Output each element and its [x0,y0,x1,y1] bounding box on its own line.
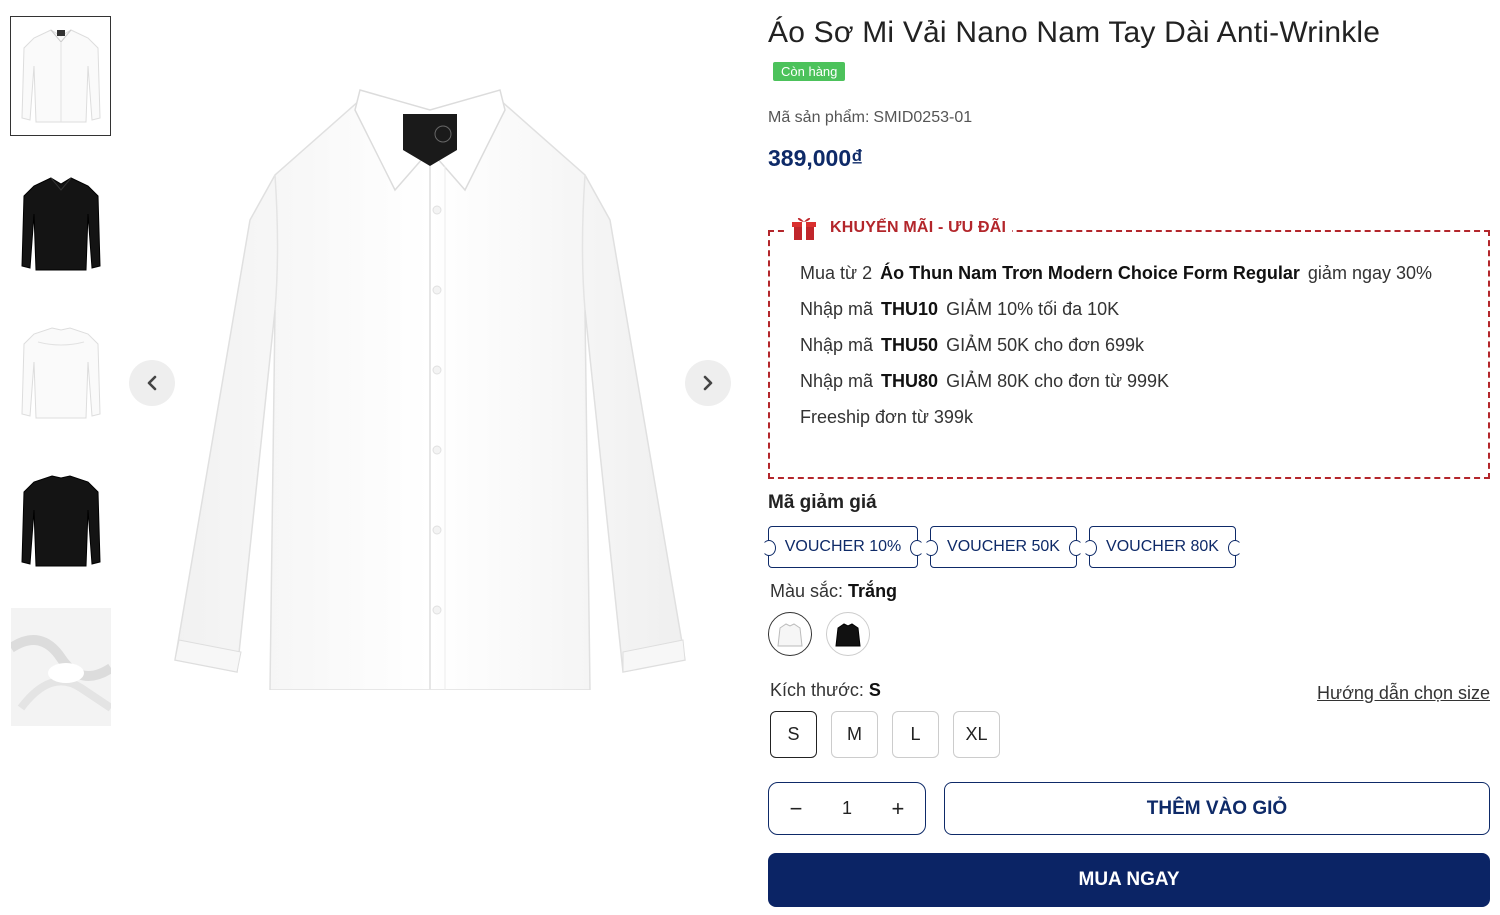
shirt-image [20,29,101,123]
promo-item: Mua từ 2 Áo Thun Nam Trơn Modern Choice F… [800,260,1460,286]
promo-text: Nhập mã [800,371,874,391]
voucher-10-percent[interactable]: VOUCHER 10% [762,526,924,568]
quantity-decrease-button[interactable]: − [785,796,807,822]
chevron-left-icon [147,375,157,391]
voucher-50k[interactable]: VOUCHER 50K [924,526,1083,568]
size-option-l[interactable]: L [892,711,939,758]
promo-item: Nhập mã THU50 GIẢM 50K cho đơn 699k [800,332,1460,358]
color-label-text: Màu sắc: [770,581,844,601]
add-to-cart-button[interactable]: THÊM VÀO GIỎ [944,782,1490,835]
fabric-image [10,608,111,726]
promo-header: KHUYẾN MÃI - ƯU ĐÃI [784,212,1013,244]
black-shirt-icon [835,623,861,647]
voucher-heading: Mã giảm giá [768,492,877,513]
color-label: Màu sắc: Trắng [770,581,897,602]
promo-text: GIẢM 10% tối đa 10K [946,299,1120,319]
product-price: 389,000₫ [768,145,863,171]
promo-text: giảm ngay 30% [1307,263,1432,283]
quantity-stepper: − 1 + [768,782,926,835]
gift-icon [792,217,816,240]
shirt-image [20,327,101,419]
promo-item: Nhập mã THU10 GIẢM 10% tối đa 10K [800,296,1460,322]
color-swatch-black[interactable] [826,612,870,656]
promo-text: Mua từ 2 [800,263,873,283]
size-label: Kích thước: S [770,680,881,701]
size-selected-value: S [868,680,881,700]
promo-product: Áo Thun Nam Trơn Modern Choice Form Regu… [880,263,1300,283]
stock-status-badge: Còn hàng [773,62,846,81]
size-option-s[interactable]: S [770,711,817,758]
sku-label: Mã sản phẩm: [768,109,870,126]
promo-text: Freeship đơn từ 399k [800,407,973,427]
voucher-list: VOUCHER 10% VOUCHER 50K VOUCHER 80K [762,526,1242,568]
promo-list: Mua từ 2 Áo Thun Nam Trơn Modern Choice F… [800,260,1460,440]
color-swatch-white[interactable] [768,612,812,656]
promo-text: Nhập mã [800,335,874,355]
thumbnail-white-back[interactable] [10,312,111,432]
thumbnail-black-front[interactable] [10,164,111,284]
promo-item: Nhập mã THU80 GIẢM 80K cho đơn từ 999K [800,368,1460,394]
promo-box: KHUYẾN MÃI - ƯU ĐÃI Mua từ 2 Áo Thun Nam … [768,212,1490,479]
buy-now-button[interactable]: MUA NGAY [768,853,1490,907]
sku-value: SMID0253-01 [873,109,973,126]
promo-text: GIẢM 50K cho đơn 699k [946,335,1144,355]
color-swatches [768,612,870,656]
thumbnail-white-front[interactable] [10,16,111,136]
size-option-m[interactable]: M [831,711,878,758]
shirt-image [20,475,101,567]
promo-code: THU10 [881,299,939,319]
promo-text: Nhập mã [800,299,874,319]
promo-text: GIẢM 80K cho đơn từ 999K [946,371,1170,391]
size-label-text: Kích thước: [770,680,864,700]
promo-code: THU80 [881,371,939,391]
color-selected-value: Trắng [848,581,898,601]
thumbnail-black-back[interactable] [10,460,111,580]
product-title: Áo Sơ Mi Vải Nano Nam Tay Dài Anti-Wrink… [768,16,1381,49]
chevron-right-icon [703,375,713,391]
quantity-increase-button[interactable]: + [887,796,909,822]
promo-title: KHUYẾN MÃI - ƯU ĐÃI [830,219,1007,236]
size-options: S M L XL [770,711,1000,758]
size-guide-link[interactable]: Hướng dẫn chọn size [1317,683,1490,704]
size-option-xl[interactable]: XL [953,711,1000,758]
shirt-image [20,177,101,271]
thumbnail-fabric[interactable] [10,608,111,726]
main-product-image [165,80,705,691]
quantity-value[interactable]: 1 [842,798,852,819]
promo-code: THU50 [881,335,939,355]
gallery-prev-button[interactable] [129,360,175,406]
voucher-80k[interactable]: VOUCHER 80K [1083,526,1242,568]
product-sku: Mã sản phẩm: SMID0253-01 [768,109,972,127]
gallery-next-button[interactable] [685,360,731,406]
promo-item: Freeship đơn từ 399k [800,404,1460,430]
white-shirt-icon [777,623,803,647]
